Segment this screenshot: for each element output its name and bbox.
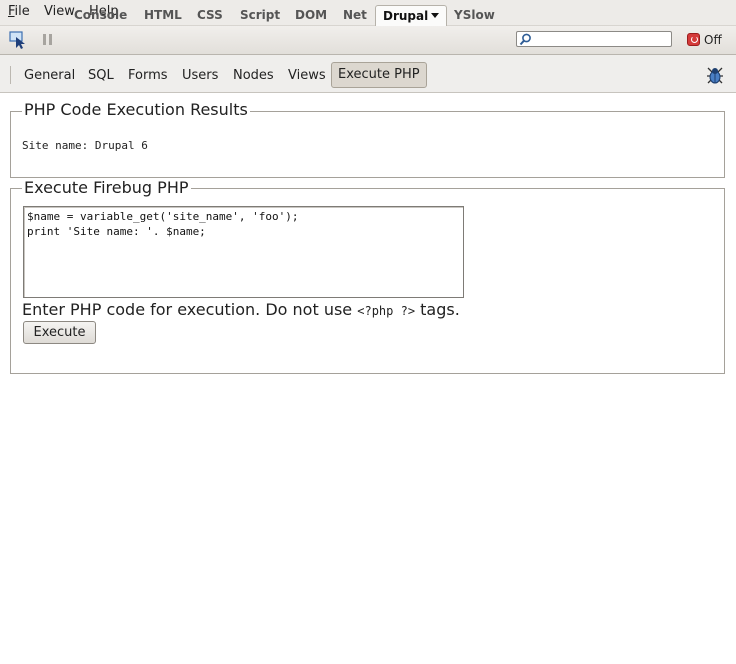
menu-file[interactable]: File bbox=[8, 4, 30, 19]
inspect-icon[interactable] bbox=[9, 31, 27, 49]
php-code-textarea[interactable]: $name = variable_get('site_name', 'foo')… bbox=[23, 206, 464, 298]
tab-net[interactable]: Net bbox=[343, 8, 367, 22]
firebug-bug-icon[interactable] bbox=[704, 64, 726, 86]
menu-view[interactable]: View bbox=[44, 4, 75, 19]
tab-dom[interactable]: DOM bbox=[295, 8, 327, 22]
subtab-execute-php[interactable]: Execute PHP bbox=[331, 62, 427, 88]
subtab-general[interactable]: General bbox=[24, 68, 75, 83]
off-label[interactable]: Off bbox=[704, 33, 722, 47]
tab-script[interactable]: Script bbox=[240, 8, 280, 22]
subtab-forms[interactable]: Forms bbox=[128, 68, 168, 83]
subtab-views[interactable]: Views bbox=[288, 68, 326, 83]
search-icon bbox=[519, 33, 531, 46]
results-output: Site name: Drupal 6 bbox=[22, 139, 148, 152]
pause-icon[interactable] bbox=[41, 33, 55, 47]
help-text: Enter PHP code for execution. Do not use… bbox=[22, 300, 460, 319]
subtab-sql[interactable]: SQL bbox=[88, 68, 114, 83]
power-off-icon[interactable] bbox=[687, 33, 700, 46]
php-tag-code: <?php ?> bbox=[357, 304, 416, 318]
tab-console[interactable]: Console bbox=[74, 8, 127, 22]
dropdown-arrow-icon bbox=[431, 13, 440, 18]
execute-legend: Execute Firebug PHP bbox=[22, 178, 191, 197]
help-text-after: tags. bbox=[420, 300, 460, 319]
tab-drupal-label: Drupal bbox=[383, 9, 429, 23]
tab-drupal[interactable]: Drupal bbox=[375, 5, 448, 26]
search-input[interactable] bbox=[516, 31, 672, 47]
tab-html[interactable]: HTML bbox=[144, 8, 182, 22]
execute-button[interactable]: Execute bbox=[23, 321, 96, 344]
subtab-users[interactable]: Users bbox=[182, 68, 218, 83]
subtab-nodes[interactable]: Nodes bbox=[233, 68, 274, 83]
results-legend: PHP Code Execution Results bbox=[22, 100, 250, 119]
help-text-before: Enter PHP code for execution. Do not use bbox=[22, 300, 353, 319]
tab-css[interactable]: CSS bbox=[197, 8, 223, 22]
toolbar-divider bbox=[10, 66, 11, 84]
menu-file-label: ile bbox=[14, 4, 30, 19]
tab-yslow[interactable]: YSlow bbox=[454, 8, 495, 22]
